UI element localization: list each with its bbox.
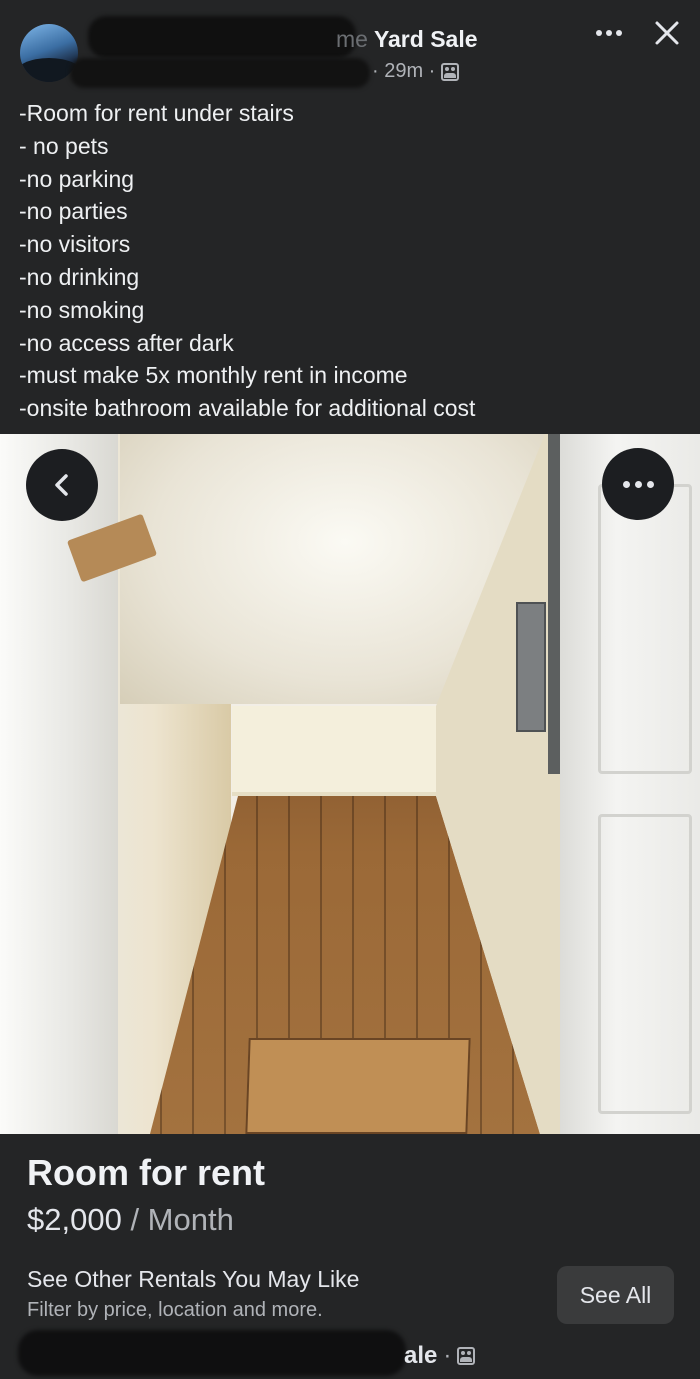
photo-door-panel	[598, 484, 692, 774]
post-meta: · 29m ·	[372, 60, 460, 83]
description-line: -no access after dark	[19, 329, 234, 356]
group-members-icon	[441, 62, 460, 81]
close-icon	[655, 21, 679, 45]
listing-title: Room for rent	[27, 1152, 265, 1193]
photo-electrical-panel	[516, 602, 546, 732]
post-time[interactable]: · 29m ·	[372, 60, 435, 83]
photo-plywood-patch	[245, 1038, 471, 1134]
group-name-label: Yard Sale	[373, 26, 478, 52]
more-dots-icon	[596, 30, 602, 36]
footer-group-suffix: ale	[404, 1342, 438, 1369]
close-button[interactable]	[650, 16, 684, 50]
description-line: -no parties	[19, 198, 128, 225]
redacted-group-block	[18, 1330, 406, 1376]
post-options-button[interactable]	[592, 18, 626, 48]
rentals-subtext: Filter by price, location and more.	[27, 1299, 323, 1321]
photo-door-panel	[598, 814, 692, 1114]
group-members-icon	[457, 1347, 476, 1365]
post-description: -Room for rent under stairs - no pets -n…	[19, 97, 475, 425]
rentals-heading: See Other Rentals You May Like	[27, 1266, 360, 1292]
post-header: me Yard Sale · 29m ·	[0, 0, 700, 100]
footer-dot: ·	[443, 1342, 452, 1369]
photo-back-wall	[232, 706, 439, 796]
description-line: -no visitors	[19, 231, 131, 258]
listing-price: $2,000 / Month	[27, 1202, 234, 1238]
redacted-name-block	[88, 16, 356, 58]
description-line: -onsite bathroom available for additiona…	[19, 395, 476, 422]
description-line: - no pets	[19, 132, 109, 159]
photo-options-button[interactable]	[602, 448, 674, 520]
more-dots-icon	[622, 480, 630, 488]
description-line: -no parking	[19, 165, 135, 192]
see-all-button[interactable]: See All	[557, 1266, 674, 1324]
price-period: / Month	[121, 1202, 234, 1237]
listing-photo[interactable]	[0, 434, 700, 1134]
group-name[interactable]: me Yard Sale	[336, 26, 478, 53]
chevron-left-icon	[55, 474, 68, 496]
back-button[interactable]	[26, 449, 98, 521]
description-line: -must make 5x monthly rent in income	[19, 362, 408, 389]
footer-group-name[interactable]: ale ·	[404, 1342, 476, 1370]
description-line: -Room for rent under stairs	[19, 100, 294, 126]
redacted-author-block	[70, 58, 370, 88]
description-line: -no smoking	[19, 296, 145, 323]
price-amount: $2,000	[27, 1202, 122, 1237]
group-name-partial: me	[336, 26, 368, 52]
description-line: -no drinking	[19, 263, 140, 290]
